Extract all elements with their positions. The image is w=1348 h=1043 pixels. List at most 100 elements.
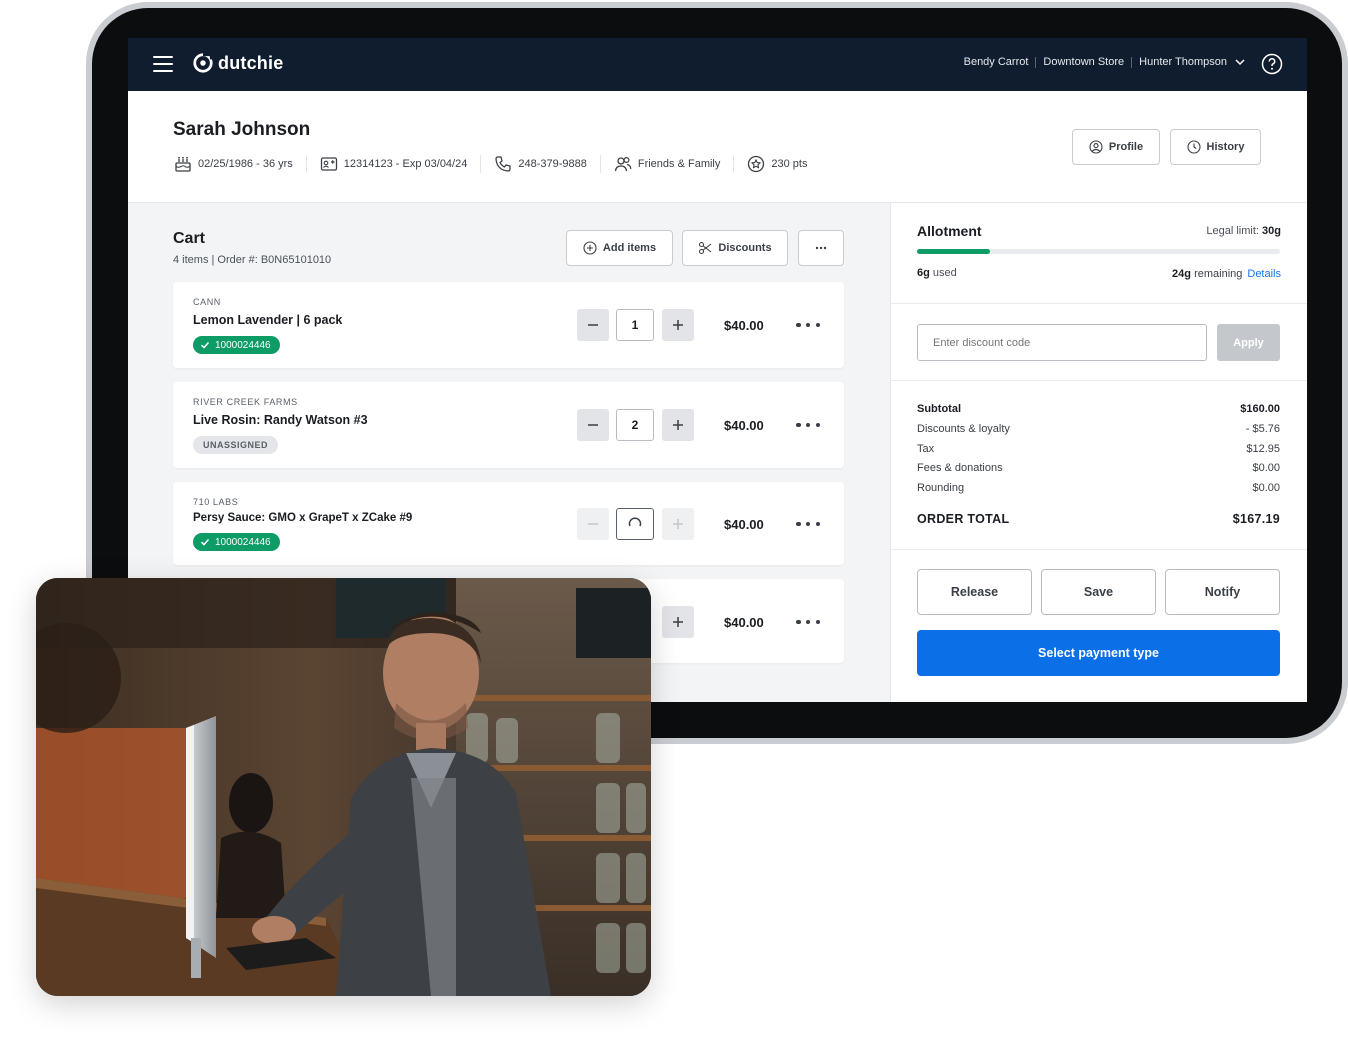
- add-items-label: Add items: [602, 242, 657, 254]
- customer-group: Friends & Family: [614, 155, 721, 173]
- scissors-icon: [699, 241, 712, 255]
- item-price: $40.00: [724, 318, 764, 333]
- customer-points: 230 pts: [747, 155, 807, 173]
- store-name: Downtown Store: [1043, 56, 1125, 68]
- clock-icon: [1186, 140, 1201, 154]
- budtender-photo-image: [36, 578, 651, 996]
- package-tag[interactable]: 1000024446: [193, 336, 280, 354]
- remaining-label: remaining: [1191, 268, 1243, 280]
- user-circle-icon: [1089, 140, 1103, 154]
- customer-points-text: 230 pts: [771, 158, 808, 170]
- decrement-button[interactable]: [577, 309, 609, 341]
- history-button-label: History: [1206, 141, 1245, 153]
- legal-limit: Legal limit: 30g: [1206, 225, 1281, 237]
- item-price: $40.00: [724, 517, 764, 532]
- allotment-used: 6g used: [917, 267, 957, 279]
- brand-name: dutchie: [218, 52, 284, 73]
- item-more-icon[interactable]: [796, 618, 820, 626]
- notify-button[interactable]: Notify: [1165, 569, 1280, 615]
- item-more-icon[interactable]: [796, 321, 820, 329]
- fees-label: Fees & donations: [917, 462, 1003, 474]
- profile-button[interactable]: Profile: [1072, 129, 1160, 165]
- minus-icon: [588, 324, 598, 326]
- customer-phone: 248-379-9888: [494, 155, 587, 173]
- quantity-input[interactable]: 2: [616, 409, 654, 441]
- user-name: Hunter Thompson: [1139, 56, 1227, 68]
- plus-icon: [673, 320, 683, 330]
- release-button[interactable]: Release: [917, 569, 1032, 615]
- phone-icon: [495, 156, 511, 172]
- item-more-icon[interactable]: [796, 520, 820, 528]
- minus-icon: [588, 523, 598, 525]
- save-button[interactable]: Save: [1041, 569, 1156, 615]
- allotment-progress-fill: [917, 249, 990, 254]
- cart-title: Cart: [173, 230, 206, 247]
- discounts-label: Discounts: [718, 242, 772, 254]
- item-price: $40.00: [724, 615, 764, 630]
- add-items-button[interactable]: Add items: [566, 230, 673, 266]
- package-tag-text: 1000024446: [215, 536, 271, 548]
- minus-icon: [588, 424, 598, 426]
- check-icon: [200, 341, 210, 349]
- discount-code-input[interactable]: [917, 324, 1207, 361]
- plus-icon: [673, 617, 683, 627]
- subtotal-label: Subtotal: [917, 403, 961, 415]
- item-name: Live Rosin: Randy Watson #3: [193, 413, 368, 427]
- discounts-row: Discounts & loyalty - $5.76: [917, 423, 1280, 435]
- customer-phone-text: 248-379-9888: [518, 158, 587, 170]
- profile-button-label: Profile: [1108, 141, 1144, 153]
- details-link[interactable]: Details: [1247, 268, 1281, 280]
- increment-button[interactable]: [662, 606, 694, 638]
- increment-button[interactable]: [662, 309, 694, 341]
- package-tag[interactable]: 1000024446: [193, 533, 280, 551]
- used-label: used: [929, 267, 957, 279]
- cake-icon: [175, 156, 191, 172]
- star-badge-icon: [748, 155, 765, 173]
- rounding-row: Rounding $0.00: [917, 482, 1280, 494]
- org-name: Bendy Carrot: [963, 56, 1029, 68]
- dutchie-logo-icon: [193, 53, 213, 73]
- allotment-progress: [917, 249, 1280, 254]
- subtotal-row: Subtotal $160.00: [917, 403, 1280, 415]
- increment-button[interactable]: [662, 409, 694, 441]
- discounts-button[interactable]: Discounts: [682, 230, 788, 266]
- subtotal-value: $160.00: [1240, 403, 1280, 415]
- item-more-icon[interactable]: [796, 421, 820, 429]
- customer-group-text: Friends & Family: [637, 158, 721, 170]
- decrement-button[interactable]: [577, 409, 609, 441]
- package-tag-text: 1000024446: [215, 339, 271, 351]
- spinner-icon: [628, 517, 642, 527]
- menu-icon[interactable]: [153, 56, 173, 72]
- rounding-label: Rounding: [917, 482, 965, 494]
- help-icon[interactable]: [1261, 53, 1283, 75]
- cart-subtitle: 4 items | Order #: B0N65101010: [173, 254, 332, 266]
- users-icon: [614, 156, 632, 172]
- more-horizontal-icon: [815, 246, 827, 250]
- cart-more-button[interactable]: [798, 230, 844, 266]
- legal-limit-value: 30g: [1262, 225, 1281, 237]
- store-photo: [36, 578, 651, 996]
- decrement-button[interactable]: [577, 508, 609, 540]
- used-value: 6g: [917, 267, 930, 279]
- plus-circle-icon: [583, 241, 597, 255]
- increment-button[interactable]: [662, 508, 694, 540]
- history-button[interactable]: History: [1170, 129, 1261, 165]
- store-context-selector[interactable]: Bendy Carrot Downtown Store Hunter Thomp…: [964, 56, 1245, 68]
- divider: [891, 380, 1307, 381]
- apply-button[interactable]: Apply: [1217, 324, 1280, 361]
- customer-header: Sarah Johnson 02/25/1986 - 36 yrs 123141…: [128, 91, 1307, 203]
- divider: [891, 549, 1307, 550]
- quantity-input-loading[interactable]: [616, 508, 654, 540]
- divider: [891, 303, 1307, 304]
- select-payment-button[interactable]: Select payment type: [917, 630, 1280, 676]
- customer-id-text: 12314123 - Exp 03/04/24: [343, 158, 468, 170]
- quantity-input[interactable]: 1: [616, 309, 654, 341]
- remaining-value: 24g: [1172, 268, 1192, 280]
- allotment-title: Allotment: [917, 223, 982, 239]
- package-tag[interactable]: UNASSIGNED: [193, 436, 279, 454]
- top-nav-bar: dutchie Bendy Carrot Downtown Store Hunt…: [128, 38, 1307, 91]
- brand-logo[interactable]: dutchie: [192, 52, 283, 74]
- chevron-down-icon: [1235, 59, 1245, 66]
- customer-name: Sarah Johnson: [173, 119, 311, 140]
- discounts-value: - $5.76: [1245, 423, 1280, 435]
